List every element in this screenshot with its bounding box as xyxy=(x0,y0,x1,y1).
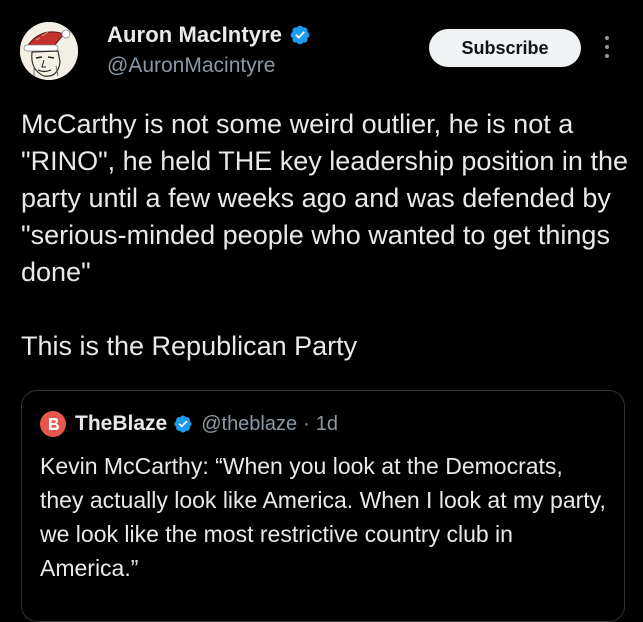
verified-badge-icon[interactable] xyxy=(173,414,193,434)
tweet-paragraph: This is the Republican Party xyxy=(21,331,358,361)
blaze-b-icon xyxy=(49,418,59,430)
tweet-header: Auron MacIntyre @AuronMacintyre Subscrib… xyxy=(0,0,643,100)
avatar-illustration-icon xyxy=(20,22,78,80)
tweet-body: McCarthy is not some weird outlier, he i… xyxy=(21,106,631,365)
author-name-row: Auron MacIntyre xyxy=(107,22,311,48)
author-display-name[interactable]: Auron MacIntyre xyxy=(107,22,282,48)
quoted-tweet-card[interactable]: TheBlaze @theblaze · 1d Kevin McCarthy: … xyxy=(21,390,625,622)
quoted-tweet-header: TheBlaze @theblaze · 1d xyxy=(40,411,338,437)
more-vertical-icon[interactable] xyxy=(600,33,614,63)
quoted-timestamp[interactable]: 1d xyxy=(316,413,338,436)
author-handle[interactable]: @AuronMacintyre xyxy=(107,54,275,78)
quoted-tweet-text: Kevin McCarthy: “When you look at the De… xyxy=(40,453,606,581)
quoted-handle[interactable]: @theblaze xyxy=(201,413,297,436)
separator-dot: · xyxy=(303,412,310,435)
theblaze-logo-icon[interactable] xyxy=(40,411,66,437)
author-avatar[interactable] xyxy=(20,22,78,80)
subscribe-button[interactable]: Subscribe xyxy=(429,29,581,67)
quoted-display-name[interactable]: TheBlaze xyxy=(75,412,167,436)
verified-badge-icon[interactable] xyxy=(289,24,311,46)
tweet-paragraph: McCarthy is not some weird outlier, he i… xyxy=(21,109,628,287)
